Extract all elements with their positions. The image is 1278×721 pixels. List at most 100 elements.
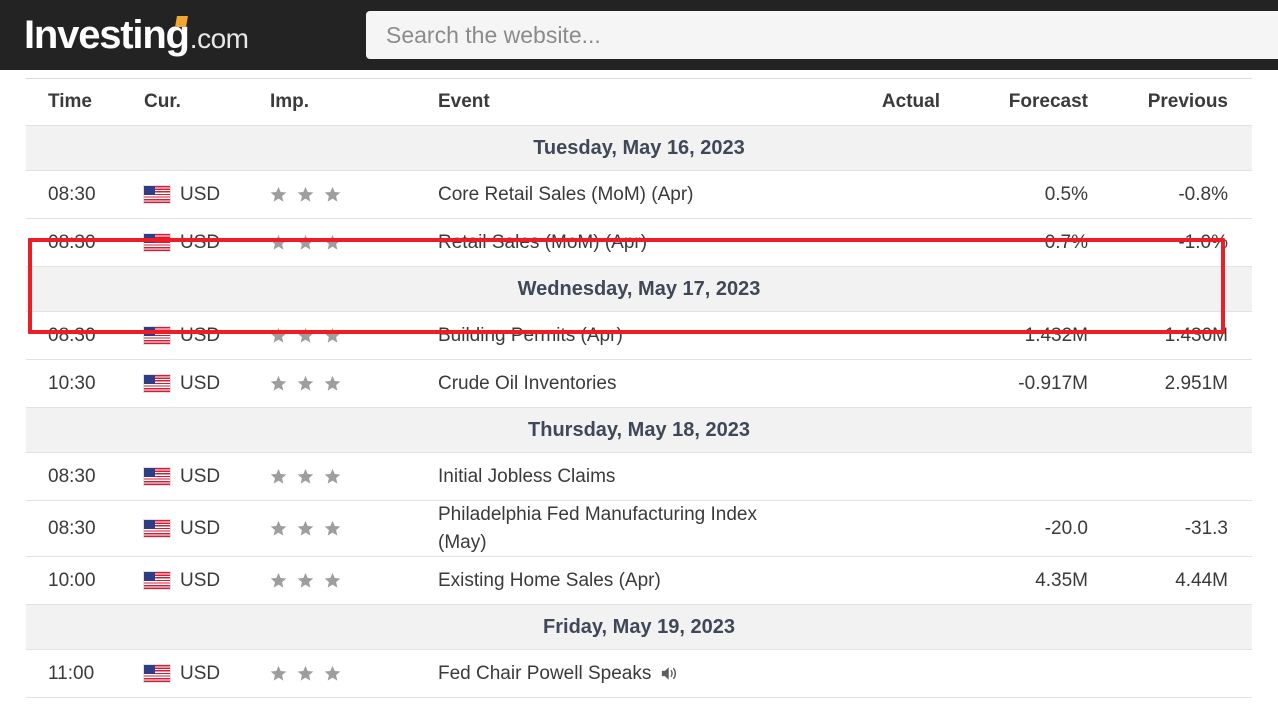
column-header-event[interactable]: Event	[438, 78, 798, 126]
event-currency: USD	[144, 649, 270, 699]
event-importance[interactable]	[270, 452, 438, 501]
event-actual	[798, 556, 946, 606]
table-row[interactable]: 08:30 USD Building Permits (Apr) 1.432M 1.43…	[26, 311, 1252, 360]
event-previous: -31.3	[1094, 500, 1252, 558]
event-previous: 1.430M	[1094, 311, 1252, 360]
event-importance[interactable]	[270, 170, 438, 219]
us-flag-icon	[144, 468, 170, 485]
importance-star-icon	[297, 375, 314, 392]
table-row[interactable]: 10:00 USD Existing Home Sales (Apr) 4.35M 4.…	[26, 556, 1252, 606]
event-actual	[798, 452, 946, 501]
event-previous: -1.0%	[1094, 218, 1252, 267]
event-previous	[1094, 452, 1252, 501]
event-actual	[798, 170, 946, 219]
us-flag-icon	[144, 520, 170, 538]
currency-code: USD	[180, 372, 221, 394]
currency-code: USD	[180, 569, 221, 591]
calendar-day-header: Thursday, May 18, 2023	[26, 407, 1252, 453]
event-actual	[798, 500, 946, 558]
event-previous	[1094, 649, 1252, 699]
event-actual	[798, 359, 946, 408]
event-time: 10:00	[26, 556, 144, 606]
speaker-icon[interactable]	[660, 664, 679, 683]
column-header-actual[interactable]: Actual	[798, 78, 946, 126]
us-flag-icon	[144, 665, 170, 683]
event-name[interactable]: Fed Chair Powell Speaks	[438, 649, 798, 699]
calendar-day-label: Thursday, May 18, 2023	[26, 407, 1252, 453]
event-importance[interactable]	[270, 556, 438, 606]
event-forecast	[946, 452, 1094, 501]
event-title: Crude Oil Inventories	[438, 372, 617, 394]
event-name[interactable]: Core Retail Sales (MoM) (Apr)	[438, 170, 798, 219]
event-name[interactable]: Crude Oil Inventories	[438, 359, 798, 408]
event-previous: 4.44M	[1094, 556, 1252, 606]
event-name[interactable]: Retail Sales (MoM) (Apr)	[438, 218, 798, 267]
importance-star-icon	[297, 468, 314, 485]
event-previous: -0.8%	[1094, 170, 1252, 219]
event-time: 08:30	[26, 452, 144, 501]
event-forecast: 1.432M	[946, 311, 1094, 360]
currency-code: USD	[180, 517, 221, 539]
event-time: 08:30	[26, 170, 144, 219]
calendar-day-label: Friday, May 19, 2023	[26, 604, 1252, 651]
importance-star-icon	[297, 327, 314, 344]
search-box[interactable]	[366, 11, 1278, 59]
event-actual	[798, 218, 946, 267]
event-importance[interactable]	[270, 218, 438, 267]
table-row[interactable]: 11:00 USD Fed Chair Powell Speaks	[26, 649, 1252, 699]
event-title: Retail Sales (MoM) (Apr)	[438, 231, 648, 253]
table-body: Tuesday, May 16, 2023 08:30 USD Core Retail…	[26, 125, 1252, 699]
table-row[interactable]: 08:30 USD Philadelphia Fed Manufacturing I…	[26, 500, 1252, 558]
table-row[interactable]: 08:30 USD Retail Sales (MoM) (Apr) 0.7% -1.0…	[26, 218, 1252, 267]
table-row[interactable]: 10:30 USD Crude Oil Inventories -0.917M 2.95…	[26, 359, 1252, 408]
search-input[interactable]	[366, 11, 1278, 59]
event-title: Core Retail Sales (MoM) (Apr)	[438, 183, 694, 205]
event-importance[interactable]	[270, 649, 438, 699]
column-header-time[interactable]: Time	[26, 78, 144, 126]
event-currency: USD	[144, 500, 270, 558]
event-importance[interactable]	[270, 359, 438, 408]
event-currency: USD	[144, 556, 270, 606]
calendar-day-label: Tuesday, May 16, 2023	[26, 125, 1252, 171]
event-actual	[798, 311, 946, 360]
currency-code: USD	[180, 465, 221, 487]
table-row[interactable]: 08:30 USD Initial Jobless Claims	[26, 452, 1252, 501]
importance-star-icon	[297, 520, 314, 537]
table-row[interactable]: 08:30 USD Core Retail Sales (MoM) (Apr) 0.5…	[26, 170, 1252, 219]
us-flag-icon	[144, 327, 170, 344]
column-header-forecast[interactable]: Forecast	[946, 78, 1094, 126]
economic-calendar: Time Cur. Imp. Event Actual Forecast Pre…	[0, 70, 1278, 721]
column-header-previous[interactable]: Previous	[1094, 78, 1252, 126]
table-header: Time Cur. Imp. Event Actual Forecast Pre…	[26, 78, 1252, 126]
investing-com-logo[interactable]: Investing .com	[24, 13, 249, 57]
importance-star-icon	[297, 186, 314, 203]
column-header-importance[interactable]: Imp.	[270, 78, 438, 126]
importance-star-icon	[270, 234, 287, 251]
importance-star-icon	[270, 665, 287, 682]
event-forecast: -0.917M	[946, 359, 1094, 408]
us-flag-icon	[144, 186, 170, 203]
event-currency: USD	[144, 311, 270, 360]
event-importance[interactable]	[270, 500, 438, 558]
importance-star-icon	[324, 468, 341, 485]
importance-star-icon	[324, 375, 341, 392]
event-importance[interactable]	[270, 311, 438, 360]
importance-star-icon	[324, 186, 341, 203]
logo-diamond-icon	[175, 16, 188, 27]
importance-star-icon	[324, 327, 341, 344]
event-name[interactable]: Existing Home Sales (Apr)	[438, 556, 798, 606]
importance-star-icon	[270, 468, 287, 485]
currency-code: USD	[180, 231, 221, 253]
column-header-currency[interactable]: Cur.	[144, 78, 270, 126]
event-currency: USD	[144, 170, 270, 219]
event-actual	[798, 649, 946, 699]
event-name[interactable]: Initial Jobless Claims	[438, 452, 798, 501]
currency-code: USD	[180, 324, 221, 346]
event-currency: USD	[144, 452, 270, 501]
event-time: 11:00	[26, 649, 144, 699]
event-title: Building Permits (Apr)	[438, 324, 623, 346]
event-name[interactable]: Building Permits (Apr)	[438, 311, 798, 360]
logo-wordmark: Investing	[24, 13, 190, 57]
importance-star-icon	[297, 234, 314, 251]
event-name[interactable]: Philadelphia Fed Manufacturing Index (Ma…	[438, 500, 798, 558]
